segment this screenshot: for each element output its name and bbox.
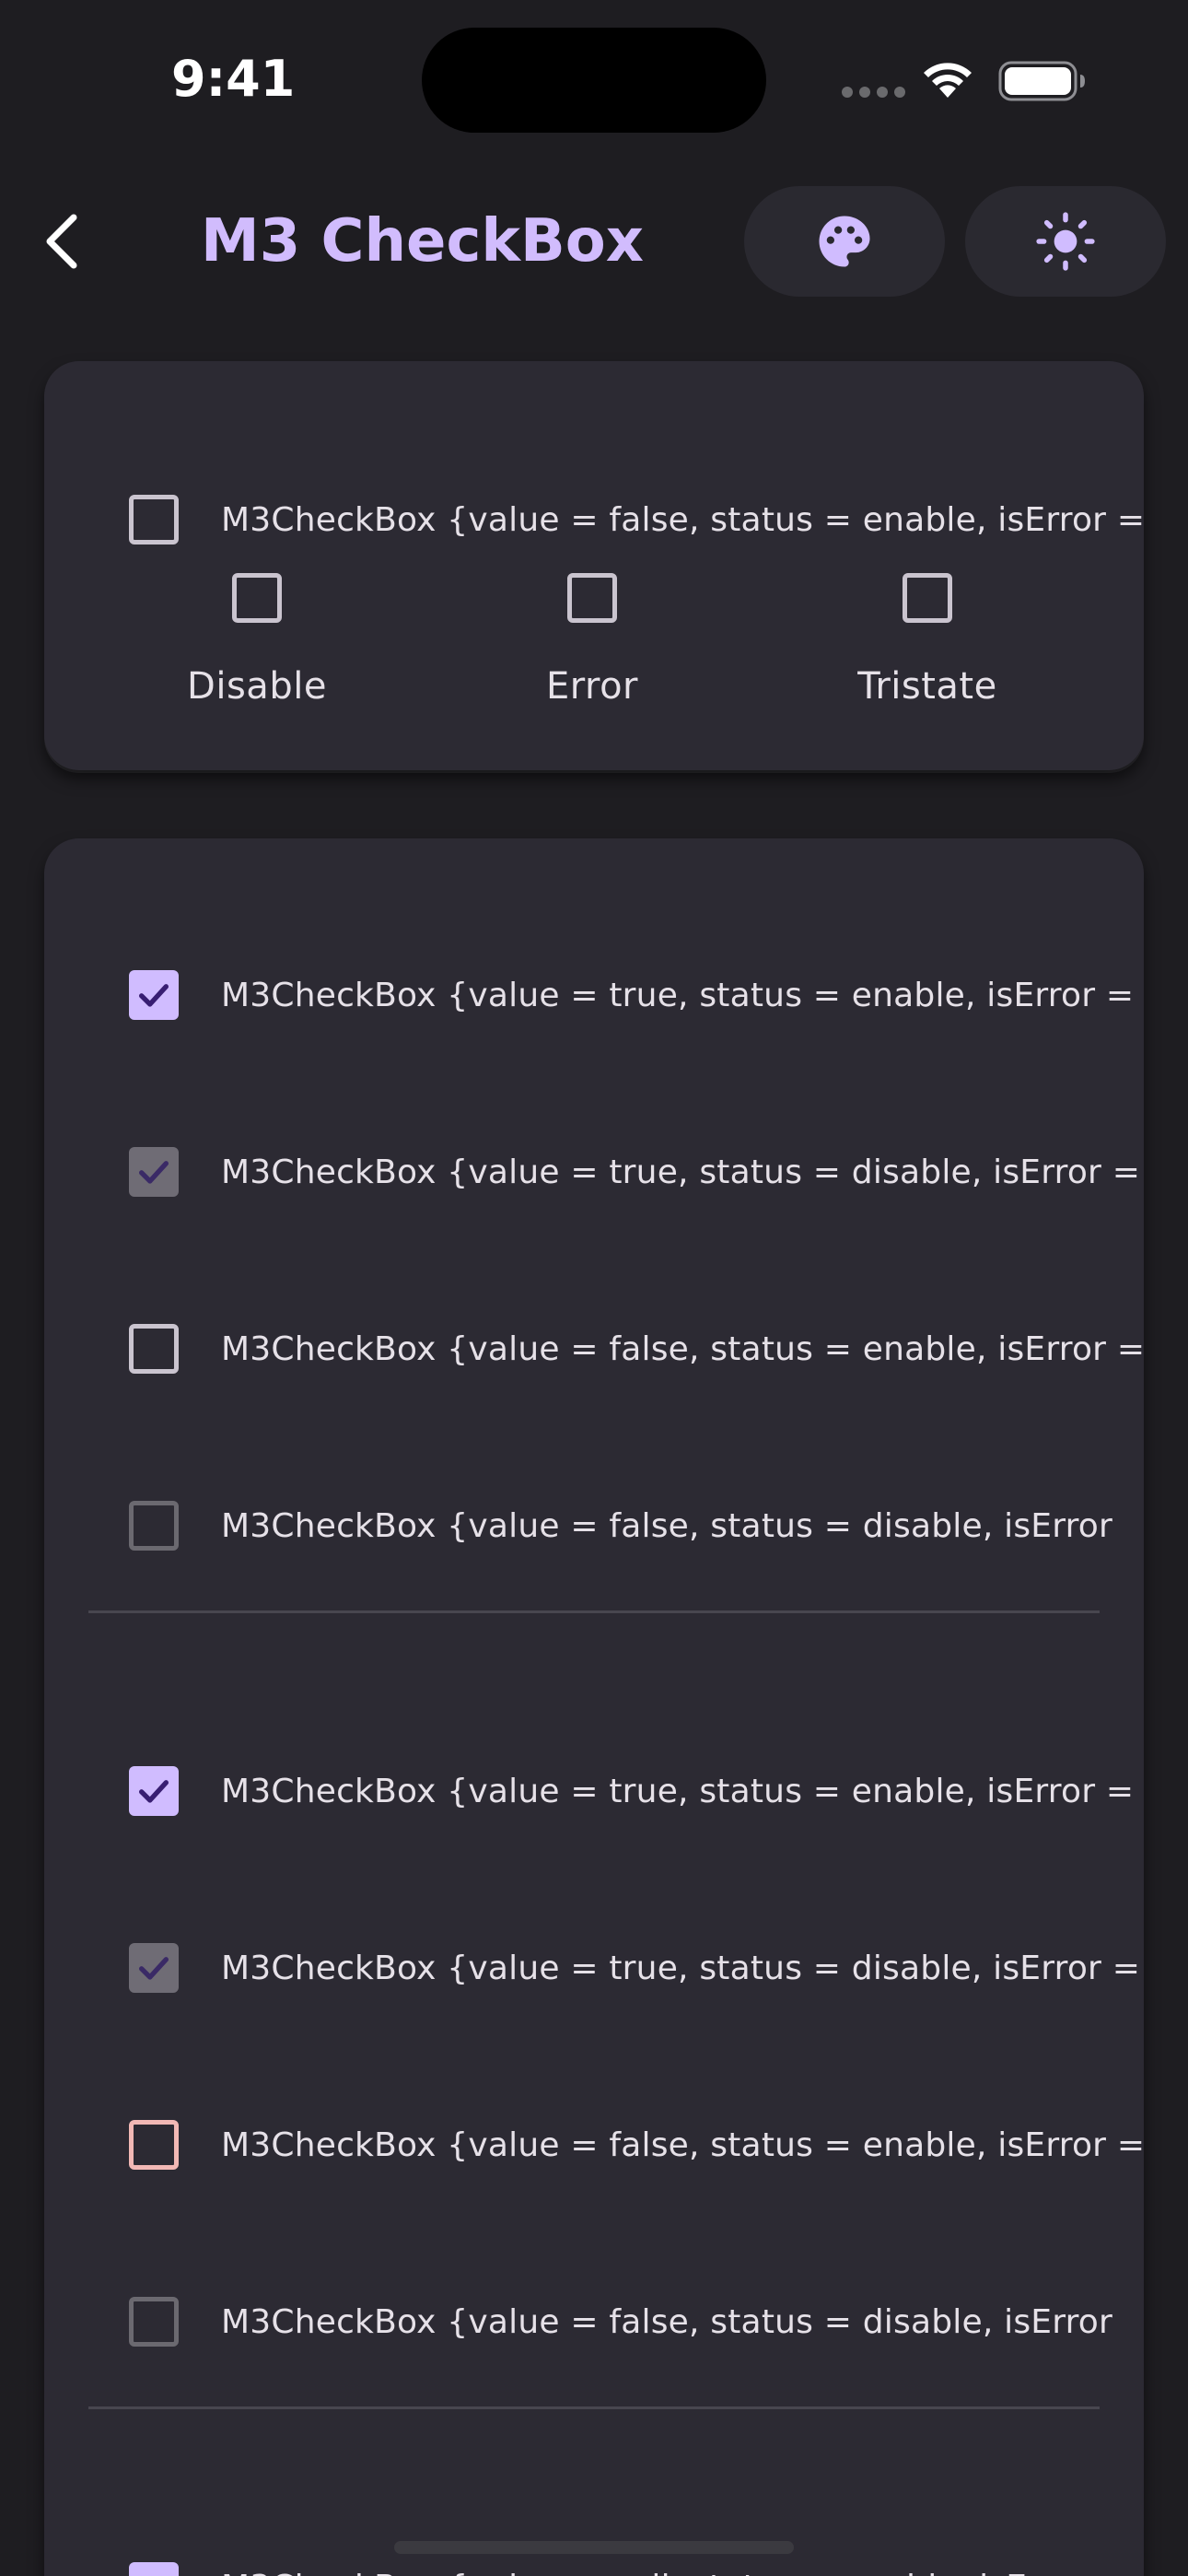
check-icon: [139, 1780, 169, 1803]
checkbox-unchecked-disabled: [129, 1501, 179, 1551]
checkbox-error[interactable]: [129, 2120, 179, 2170]
checkbox-checked[interactable]: [129, 1766, 179, 1816]
checkbox-checked-disabled: [129, 1943, 179, 1993]
checkbox[interactable]: [129, 495, 179, 544]
status-time: 9:41: [171, 50, 296, 108]
list-item: M3CheckBox {value = false, status = disa…: [129, 1480, 1142, 1572]
option-label-tristate: Tristate: [857, 665, 997, 708]
check-icon: [139, 1957, 169, 1980]
checkbox-checked-disabled: [129, 1147, 179, 1197]
checkbox-label: M3CheckBox {value = false, status = enab…: [221, 500, 1142, 539]
checkbox-label: M3CheckBox {value = false, status = disa…: [221, 2302, 1113, 2341]
battery-icon: [998, 61, 1087, 105]
list-item[interactable]: M3CheckBox {value = false, status = enab…: [129, 1303, 1142, 1395]
sun-icon: [1036, 212, 1095, 271]
checkbox-label: M3CheckBox {value = true, status = disab…: [221, 1949, 1141, 1987]
palette-icon: [819, 216, 870, 267]
checkbox-indeterminate[interactable]: [129, 2562, 179, 2576]
check-icon: [139, 984, 169, 1007]
checkbox-checked[interactable]: [129, 970, 179, 1020]
theme-toggle-button[interactable]: [965, 186, 1166, 297]
checkbox-unchecked[interactable]: [129, 1324, 179, 1374]
checkbox-label: M3CheckBox {value = null, status = enabl…: [221, 2569, 1142, 2576]
checkbox-label: M3CheckBox {value = true, status = disab…: [221, 1153, 1141, 1191]
checkbox-label: M3CheckBox {value = true, status = enabl…: [221, 1772, 1135, 1810]
disable-checkbox[interactable]: [232, 573, 282, 623]
divider: [88, 2406, 1100, 2409]
option-tristate[interactable]: Tristate: [808, 573, 1047, 708]
list-item[interactable]: M3CheckBox {value = false, status = enab…: [129, 2099, 1142, 2191]
list-item: M3CheckBox {value = true, status = disab…: [129, 1126, 1142, 1218]
option-label-disable: Disable: [187, 665, 327, 708]
option-disable[interactable]: Disable: [137, 573, 377, 708]
home-indicator[interactable]: [394, 2541, 794, 2554]
options-card: M3CheckBox {value = false, status = enab…: [44, 361, 1144, 770]
divider: [88, 1610, 1100, 1613]
page-title: M3 CheckBox: [201, 207, 644, 275]
check-icon: [139, 1161, 169, 1184]
error-checkbox[interactable]: [567, 573, 617, 623]
checkbox-unchecked-disabled: [129, 2297, 179, 2347]
checkbox-label: M3CheckBox {value = false, status = disa…: [221, 1506, 1113, 1545]
list-item: M3CheckBox {value = true, status = disab…: [129, 1922, 1142, 2014]
screen: 9:41 M3 CheckBox M3CheckBox {value = fal…: [0, 0, 1188, 2576]
wifi-icon: [919, 57, 976, 103]
dynamic-island: [422, 28, 766, 133]
list-item[interactable]: M3CheckBox {value = true, status = enabl…: [129, 1745, 1142, 1837]
option-label-error: Error: [546, 665, 638, 708]
checkbox-label: M3CheckBox {value = false, status = enab…: [221, 1329, 1142, 1368]
palette-button[interactable]: [744, 186, 945, 297]
cellular-signal-icon: [842, 87, 905, 98]
main-checkbox-row[interactable]: M3CheckBox {value = false, status = enab…: [129, 474, 1142, 566]
chevron-left-icon: [46, 214, 77, 269]
checkbox-label: M3CheckBox {value = false, status = enab…: [221, 2125, 1142, 2164]
option-error[interactable]: Error: [472, 573, 712, 708]
list-item: M3CheckBox {value = false, status = disa…: [129, 2276, 1142, 2368]
tristate-checkbox[interactable]: [903, 573, 952, 623]
checkbox-label: M3CheckBox {value = true, status = enabl…: [221, 976, 1135, 1014]
list-item[interactable]: M3CheckBox {value = true, status = enabl…: [129, 949, 1142, 1041]
back-button[interactable]: [33, 205, 88, 278]
minus-icon: [135, 2569, 172, 2576]
checkbox-states-card: M3CheckBox {value = true, status = enabl…: [44, 838, 1144, 2576]
